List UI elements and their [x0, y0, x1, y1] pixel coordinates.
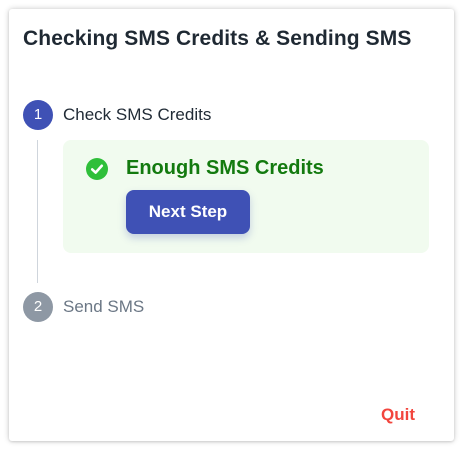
success-panel: Enough SMS Credits Next Step [63, 140, 429, 253]
step-2-number: 2 [23, 292, 53, 322]
quit-button[interactable]: Quit [381, 405, 415, 425]
sms-dialog: Checking SMS Credits & Sending SMS 1 Che… [9, 9, 454, 441]
dialog-title: Checking SMS Credits & Sending SMS [23, 27, 412, 50]
step-1-number: 1 [23, 100, 53, 130]
step-connector [37, 140, 38, 283]
step-1-label: Check SMS Credits [63, 105, 212, 124]
success-message: Enough SMS Credits [126, 157, 324, 179]
next-step-button[interactable]: Next Step [126, 190, 250, 234]
check-circle-icon [86, 158, 108, 180]
step-2-label: Send SMS [63, 297, 145, 316]
